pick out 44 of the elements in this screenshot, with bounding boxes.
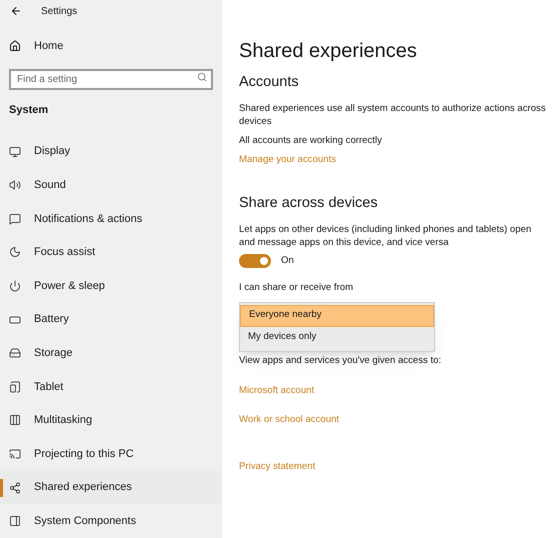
sidebar-item[interactable]: Power & sleep — [0, 269, 222, 303]
speaker-icon — [9, 179, 21, 192]
sidebar-item[interactable]: Tablet — [0, 370, 222, 404]
monitor-icon — [9, 146, 21, 158]
sidebar-item[interactable]: System Components — [0, 504, 222, 538]
sidebar-item[interactable]: Shared experiences — [0, 470, 222, 504]
share-description: Let apps on other devices (including linked phones and tablets) open and message apps on this device, and vice versa — [239, 222, 532, 249]
power-icon — [9, 280, 21, 292]
section-heading: Accounts — [239, 73, 300, 92]
sidebar-item[interactable]: Notifications & actions — [0, 202, 222, 236]
search-field[interactable]: Find a setting — [9, 69, 213, 90]
window-title: Settings — [41, 4, 78, 19]
share-icon — [9, 482, 21, 494]
cast-icon — [9, 448, 21, 460]
sidebar-item[interactable]: Multitasking — [0, 404, 222, 438]
sidebar-item[interactable]: Storage — [0, 336, 222, 370]
section-heading: System — [9, 103, 50, 118]
access-text: View apps and services you've given access to: — [239, 354, 442, 368]
search-icon — [197, 72, 207, 82]
page-title: Shared experiences — [239, 39, 418, 64]
sidebar-item[interactable]: Sound — [0, 168, 222, 202]
accounts-status: All accounts are working correctly — [239, 134, 383, 148]
tablet-icon — [9, 380, 21, 393]
moon-icon — [9, 246, 21, 258]
sidebar-item[interactable]: Focus assist — [0, 236, 222, 270]
home-item[interactable]: Home — [9, 38, 222, 54]
message-icon — [9, 212, 21, 225]
dropdown-label: I can share or receive from — [239, 281, 354, 296]
dropdown-option[interactable]: My devices only — [240, 326, 434, 349]
dropdown-option[interactable]: Everyone nearby — [240, 304, 434, 327]
home-icon — [9, 40, 21, 52]
columns-icon — [9, 414, 21, 426]
panel-icon — [9, 515, 21, 528]
selection-bar — [0, 478, 3, 497]
battery-icon — [9, 314, 21, 326]
sidebar-item[interactable]: Display — [0, 134, 222, 168]
sidebar-item[interactable]: Battery — [0, 302, 222, 336]
toggle-label: On — [281, 254, 294, 268]
sidebar-item[interactable]: Projecting to this PC — [0, 437, 222, 471]
toggle-switch[interactable] — [239, 254, 271, 268]
back-icon — [10, 5, 22, 18]
accounts-description: Shared experiences use all system accounts to authorize actions across devices — [239, 102, 546, 128]
section-heading: Share across devices — [239, 194, 379, 213]
drive-icon — [9, 347, 21, 360]
